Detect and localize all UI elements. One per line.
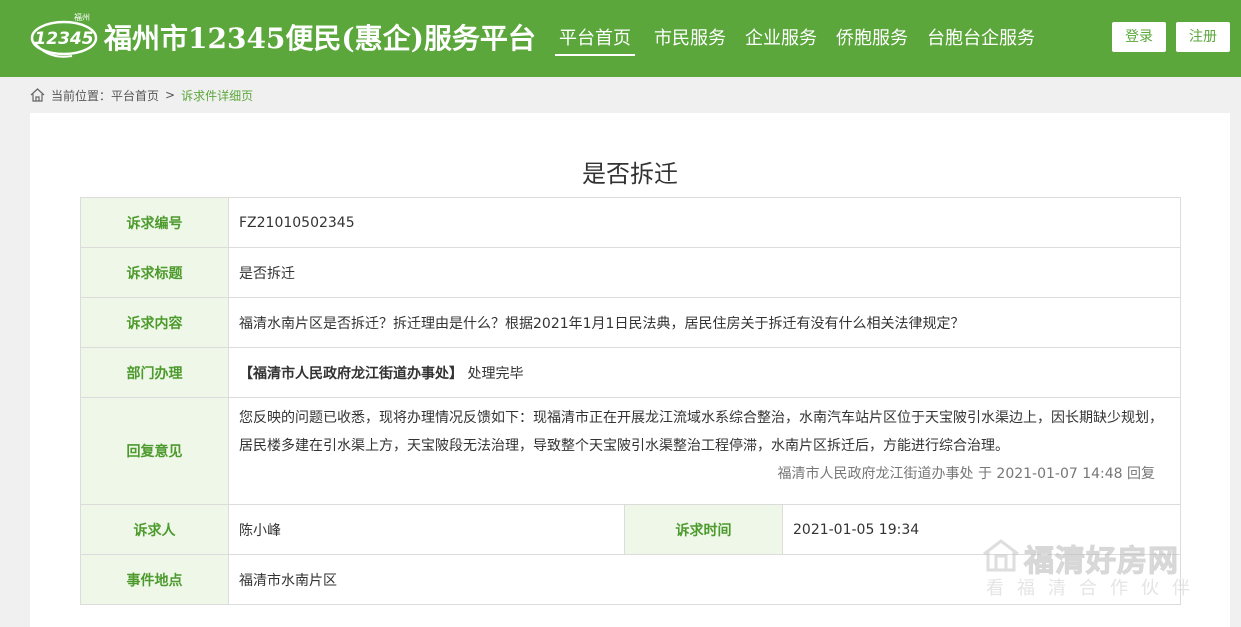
label-reply: 回复意见 <box>80 397 229 505</box>
value-person: 陈小峰 <box>228 504 625 555</box>
value-content: 福清水南片区是否拆迁？拆迁理由是什么？根据2021年1月1日民法典，居民住房关于… <box>227 297 1182 348</box>
nav-overseas-services[interactable]: 侨胞服务 <box>836 24 908 56</box>
table-row-id: 诉求编号 FZ21010502345 <box>80 197 1182 248</box>
watermark: 福清好房网 看福清合作伙伴 <box>980 536 1203 599</box>
breadcrumb-prefix: 当前位置： <box>51 88 112 103</box>
label-location: 事件地点 <box>80 554 229 605</box>
table-row-reply: 回复意见 您反映的问题已收悉，现将办理情况反馈如下：现福清市正在开展龙江流域水系… <box>80 397 1182 505</box>
platform-logo[interactable]: 12345 福州 <box>28 8 100 68</box>
label-content: 诉求内容 <box>80 297 229 348</box>
table-row-content: 诉求内容 福清水南片区是否拆迁？拆迁理由是什么？根据2021年1月1日民法典，居… <box>80 297 1182 348</box>
dept-status: 处理完毕 <box>467 365 524 382</box>
logo-small-text: 福州 <box>74 13 90 22</box>
home-icon <box>30 88 45 102</box>
watermark-subtitle: 看福清合作伙伴 <box>986 578 1203 599</box>
breadcrumb-home-link[interactable]: 平台首页 <box>111 87 159 104</box>
login-button[interactable]: 登录 <box>1112 22 1166 52</box>
main-nav: 平台首页 市民服务 企业服务 侨胞服务 台胞台企服务 <box>555 24 1054 56</box>
page-title: 是否拆迁 <box>582 160 678 188</box>
breadcrumb-current: 诉求件详细页 <box>181 88 254 103</box>
top-header: 12345 福州 福州市12345便民(惠企)服务平台 平台首页 市民服务 企业… <box>0 0 1241 77</box>
value-title: 是否拆迁 <box>227 247 1182 298</box>
nav-citizen-services[interactable]: 市民服务 <box>654 24 726 56</box>
label-dept: 部门办理 <box>80 347 229 398</box>
table-row-title: 诉求标题 是否拆迁 <box>80 247 1182 298</box>
reply-meta: 福清市人民政府龙江街道办事处 于 2021-01-07 14:48 回复 <box>777 466 1156 482</box>
breadcrumb: 当前位置： 平台首页 > 诉求件详细页 <box>30 86 253 104</box>
dept-name: 【福清市人民政府龙江街道办事处】 <box>239 365 463 382</box>
value-id: FZ21010502345 <box>227 197 1182 248</box>
table-row-dept: 部门办理 【福清市人民政府龙江街道办事处】 处理完毕 <box>80 347 1182 398</box>
house-icon <box>983 539 1019 572</box>
nav-home[interactable]: 平台首页 <box>555 24 635 56</box>
register-button[interactable]: 注册 <box>1176 22 1230 52</box>
logo-number: 12345 <box>34 29 93 49</box>
nav-enterprise-services[interactable]: 企业服务 <box>745 24 817 56</box>
value-reply: 您反映的问题已收悉，现将办理情况反馈如下：现福清市正在开展龙江流域水系综合整治，… <box>227 397 1182 505</box>
breadcrumb-separator: > <box>165 88 176 102</box>
label-title: 诉求标题 <box>80 247 229 298</box>
nav-taiwan-services[interactable]: 台胞台企服务 <box>927 24 1035 56</box>
label-time: 诉求时间 <box>624 504 783 555</box>
label-id: 诉求编号 <box>80 197 229 248</box>
reply-text: 您反映的问题已收悉，现将办理情况反馈如下：现福清市正在开展龙江流域水系综合整治，… <box>239 410 1163 454</box>
site-title: 福州市12345便民(惠企)服务平台 <box>104 22 536 55</box>
value-dept: 【福清市人民政府龙江街道办事处】 处理完毕 <box>227 347 1182 398</box>
label-person: 诉求人 <box>80 504 229 555</box>
